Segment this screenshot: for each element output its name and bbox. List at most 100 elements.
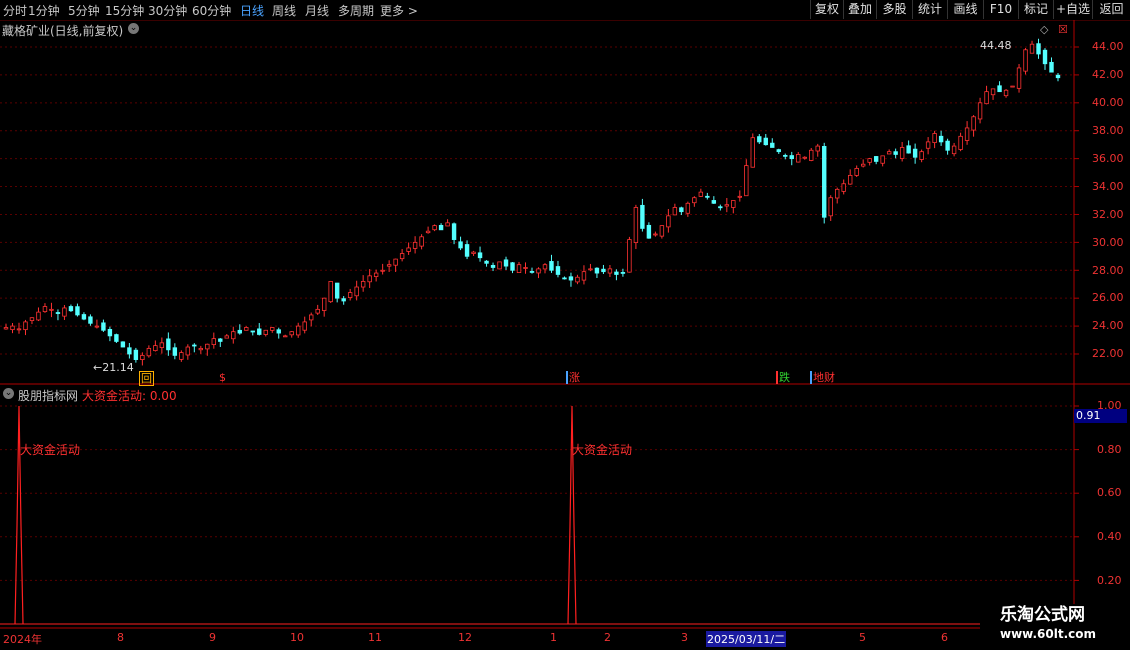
candle-body <box>373 272 379 277</box>
candle-body <box>432 225 437 231</box>
candle-body <box>1010 85 1015 88</box>
candle-body <box>490 264 496 268</box>
chart-area: 藏格矿业(日线,前复权) ⌄ ◇ ☒ 44.48 ←21.14 44.00 42… <box>0 20 1130 650</box>
f10-button[interactable]: F10 <box>983 0 1018 19</box>
candle-body <box>120 341 126 348</box>
signal-marker: 涨 <box>566 371 581 384</box>
candle-body <box>984 91 989 105</box>
candle-body <box>997 85 1002 93</box>
candle-body <box>542 264 548 270</box>
period-tab-weekly[interactable]: 周线 <box>272 2 296 19</box>
add-watchlist-button[interactable]: +自选 <box>1053 0 1092 19</box>
candle-body <box>140 354 145 361</box>
candle-body <box>1049 61 1054 73</box>
period-tab-daily[interactable]: 日线 <box>240 2 264 19</box>
candle-body <box>471 251 476 254</box>
candle-body <box>744 165 749 197</box>
candle-body <box>172 347 178 356</box>
candle-body <box>464 244 470 257</box>
period-tab-multi[interactable]: 多周期 <box>338 2 374 19</box>
candle-body <box>367 275 372 283</box>
candle-body <box>484 260 489 264</box>
period-tab-30min[interactable]: 30分钟 <box>148 2 187 19</box>
back-button[interactable]: 返回 <box>1092 0 1130 19</box>
draw-line-button[interactable]: 画线 <box>947 0 983 19</box>
candle-body <box>510 262 515 271</box>
candle-body <box>276 329 281 334</box>
candle-body <box>224 335 229 339</box>
candle-body <box>386 264 392 267</box>
price-tick: 44.00 <box>1092 40 1124 53</box>
price-tick: 32.00 <box>1092 208 1124 221</box>
overlay-button[interactable]: 叠加 <box>843 0 876 19</box>
candle-body <box>549 261 554 271</box>
candle-body <box>114 334 119 342</box>
period-tab-5min[interactable]: 5分钟 <box>68 2 100 19</box>
candle-body <box>218 338 223 342</box>
multi-stock-button[interactable]: 多股 <box>876 0 912 19</box>
candle-body <box>380 269 385 272</box>
candle-body <box>640 204 645 229</box>
candle-body <box>523 267 528 269</box>
adjust-button[interactable]: 复权 <box>810 0 843 19</box>
statistics-button[interactable]: 统计 <box>912 0 947 19</box>
price-tick: 36.00 <box>1092 152 1124 165</box>
candle-body <box>94 325 100 328</box>
candle-body <box>679 207 684 213</box>
watermark-url: www.60lt.com <box>1000 627 1097 641</box>
candle-body <box>198 348 204 351</box>
candle-body <box>951 145 957 155</box>
candle-body <box>601 268 606 273</box>
candle-body <box>809 149 814 161</box>
candle-body <box>438 224 444 231</box>
candle-body <box>406 247 411 252</box>
candle-body <box>458 241 463 249</box>
indicator-annotation: 大资金活动 <box>572 443 633 457</box>
high-price-marker: 44.48 <box>980 39 1012 52</box>
period-tab-monthly[interactable]: 月线 <box>305 2 329 19</box>
price-tick: 40.00 <box>1092 96 1124 109</box>
candle-body <box>1003 89 1009 97</box>
chevron-down-icon[interactable]: ⌄ <box>128 23 139 34</box>
date-label: 8 <box>117 631 124 644</box>
date-label: 12 <box>458 631 472 644</box>
period-tab-intraday[interactable]: 分时 <box>3 2 27 19</box>
candle-body <box>672 207 678 216</box>
candle-body <box>886 151 892 155</box>
candle-body <box>133 349 139 360</box>
candle-body <box>614 271 619 275</box>
candle-body <box>653 233 658 236</box>
chart-svg[interactable] <box>0 20 1130 650</box>
candle-body <box>289 331 294 336</box>
period-toolbar: 分时 1分钟 5分钟 15分钟 30分钟 60分钟 日线 周线 月线 多周期 更… <box>0 0 1130 21</box>
watermark-title: 乐淘公式网 <box>1000 605 1085 625</box>
period-tab-15min[interactable]: 15分钟 <box>105 2 144 19</box>
signal-label: 地财 <box>813 371 835 384</box>
candle-body <box>1055 74 1061 79</box>
signal-marker: 回 <box>139 371 154 386</box>
candle-body <box>880 155 885 164</box>
low-price-marker: ←21.14 <box>93 361 134 374</box>
candle-body <box>906 145 911 154</box>
price-tick: 30.00 <box>1092 236 1124 249</box>
candle-body <box>705 195 710 198</box>
period-tab-60min[interactable]: 60分钟 <box>192 2 231 19</box>
candle-body <box>731 200 736 208</box>
chevron-down-icon[interactable]: ⌄ <box>3 388 14 399</box>
candle-body <box>192 344 197 347</box>
candle-body <box>347 292 353 298</box>
candle-body <box>698 191 704 197</box>
candle-body <box>536 268 541 274</box>
signal-label: $ <box>219 371 226 384</box>
close-icon[interactable]: ☒ <box>1058 23 1068 36</box>
diamond-icon[interactable]: ◇ <box>1040 23 1048 36</box>
period-tab-1min[interactable]: 1分钟 <box>28 2 60 19</box>
mark-button[interactable]: 标记 <box>1018 0 1053 19</box>
candle-body <box>445 222 450 227</box>
candle-body <box>16 328 22 331</box>
candle-body <box>107 329 113 337</box>
indicator-series <box>0 405 1074 625</box>
candle-body <box>36 311 41 321</box>
period-tab-more[interactable]: 更多 > <box>380 2 418 19</box>
candle-body <box>425 230 431 234</box>
